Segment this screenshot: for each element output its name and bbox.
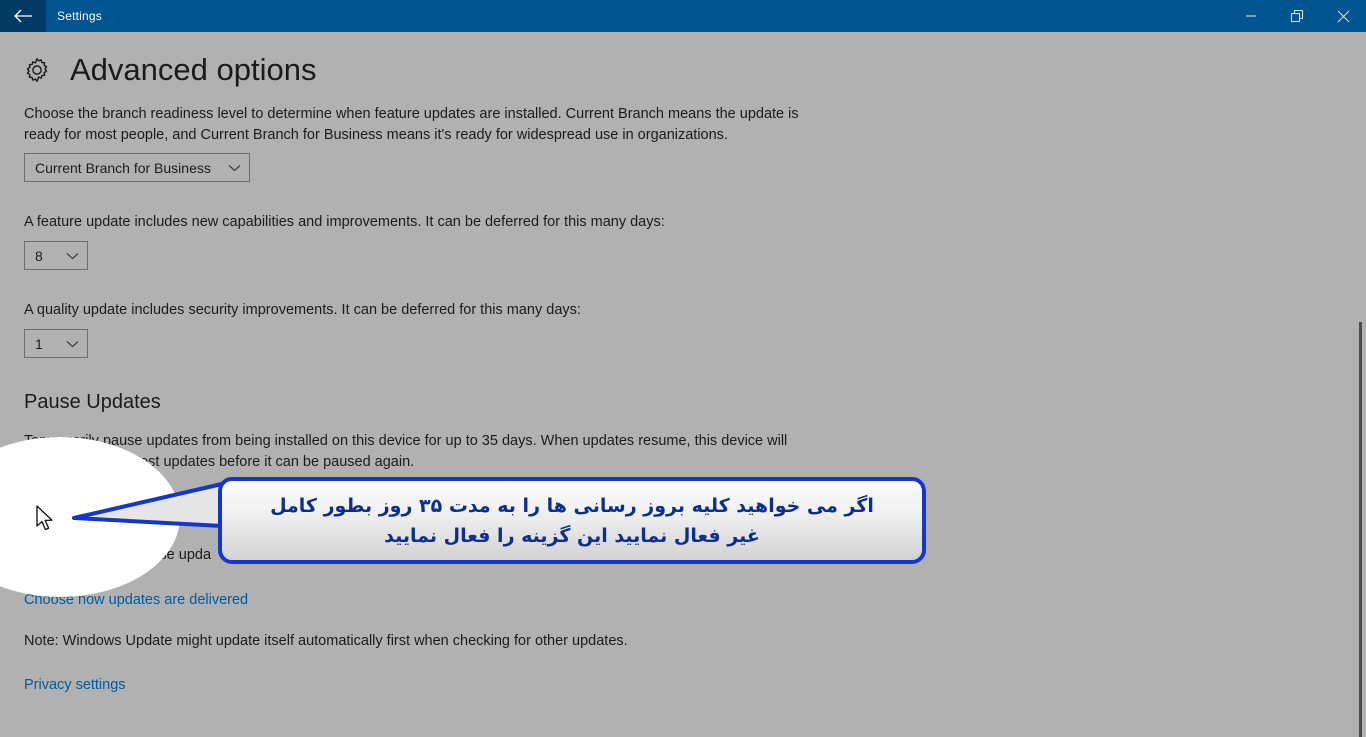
feature-update-days-value: 8 bbox=[35, 247, 43, 264]
chevron-down-icon bbox=[216, 164, 241, 172]
settings-content: Advanced options Choose the branch readi… bbox=[0, 32, 1366, 737]
page-title: Advanced options bbox=[70, 52, 317, 87]
page-header: Advanced options bbox=[24, 54, 316, 85]
back-arrow-icon bbox=[13, 9, 33, 23]
windows-update-note: Note: Windows Update might update itself… bbox=[24, 633, 628, 649]
pause-updates-toggle[interactable] bbox=[24, 503, 68, 523]
branch-description: Choose the branch readiness level to det… bbox=[24, 106, 799, 143]
window-title: Settings bbox=[57, 9, 102, 23]
quality-update-days-dropdown[interactable]: 1 bbox=[24, 329, 88, 358]
minimize-button[interactable] bbox=[1228, 0, 1274, 32]
privacy-settings-link[interactable]: Privacy settings bbox=[24, 675, 126, 695]
pause-updates-description: Temporarily pause updates from being ins… bbox=[24, 433, 788, 470]
feature-update-description: A feature update includes new capabiliti… bbox=[24, 214, 665, 230]
gear-icon bbox=[24, 57, 50, 83]
branch-dropdown-value: Current Branch for Business bbox=[35, 159, 211, 176]
titlebar-spacer bbox=[102, 0, 1228, 32]
close-icon bbox=[1337, 10, 1350, 23]
toggle-knob bbox=[29, 507, 41, 519]
callout-tail-icon bbox=[72, 482, 224, 528]
window-controls bbox=[1228, 0, 1366, 32]
restore-icon bbox=[1290, 9, 1304, 23]
feature-update-days-dropdown[interactable]: 8 bbox=[24, 241, 88, 270]
restore-button[interactable] bbox=[1274, 0, 1320, 32]
quality-update-days-value: 1 bbox=[35, 335, 43, 352]
settings-window: Settings Advanced options Choose the bra… bbox=[0, 0, 1366, 737]
back-button[interactable] bbox=[0, 0, 46, 32]
choose-how-updates-delivered-link[interactable]: Choose how updates are delivered bbox=[24, 590, 248, 610]
pause-updates-heading: Pause Updates bbox=[24, 391, 161, 413]
vertical-scrollbar-thumb[interactable] bbox=[1359, 322, 1362, 737]
callout-box: اگر می خواهید کلیه بروز رسانی ها را به م… bbox=[218, 477, 926, 564]
callout-line-1: اگر می خواهید کلیه بروز رسانی ها را به م… bbox=[270, 494, 874, 517]
chevron-down-icon bbox=[54, 252, 79, 260]
callout-line-2: غیر فعال نمایید این گزینه را فعال نمایید bbox=[384, 524, 760, 547]
close-button[interactable] bbox=[1320, 0, 1366, 32]
title-bar: Settings bbox=[0, 0, 1366, 32]
branch-readiness-dropdown[interactable]: Current Branch for Business bbox=[24, 153, 250, 182]
minimize-icon bbox=[1245, 10, 1257, 22]
chevron-down-icon bbox=[54, 340, 79, 348]
quality-update-description: A quality update includes security impro… bbox=[24, 302, 581, 318]
